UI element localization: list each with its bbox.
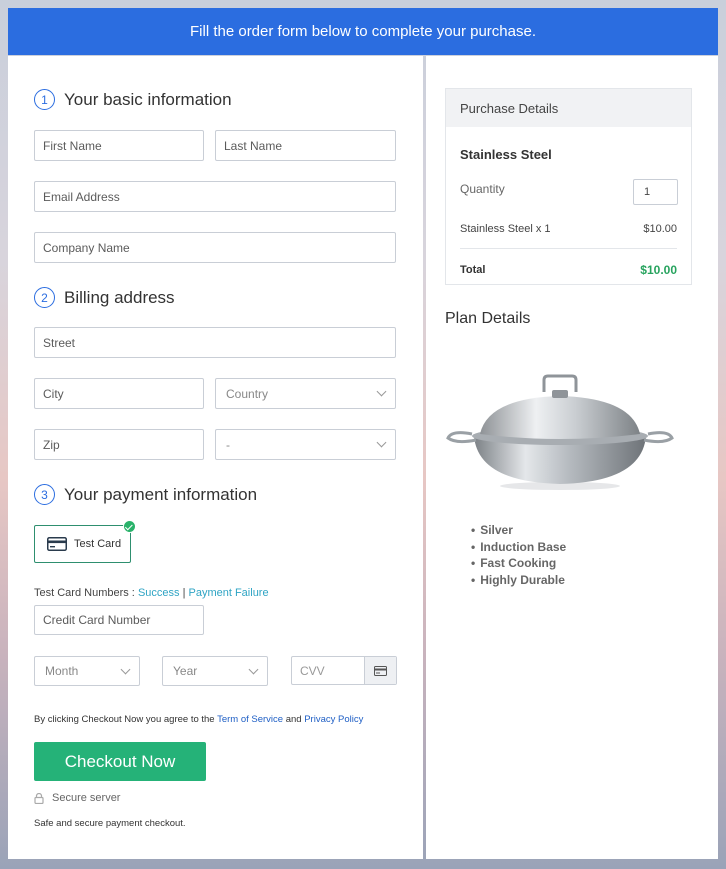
checkout-now-button[interactable]: Checkout Now [34, 742, 206, 781]
test-card-label: Test Card [74, 538, 122, 550]
test-card-numbers: Test Card Numbers : Success | Payment Fa… [34, 587, 269, 599]
line-item-label: Stainless Steel x 1 [460, 223, 551, 235]
month-select-value: Month [45, 664, 79, 678]
step-number-3: 3 [34, 484, 55, 505]
cvv-field-group [291, 656, 397, 685]
lock-icon [34, 792, 44, 804]
section-title-basic: Your basic information [64, 89, 232, 109]
city-field[interactable] [34, 378, 204, 409]
chevron-down-icon [248, 664, 259, 674]
feature-item: Highly Durable [471, 572, 566, 589]
feature-list: Silver Induction Base Fast Cooking Highl… [471, 522, 566, 588]
plan-details-title: Plan Details [445, 310, 531, 327]
summary-panel: Purchase Details Stainless Steel Quantit… [426, 56, 718, 859]
payment-failure-link[interactable]: Payment Failure [189, 587, 269, 599]
wok-product-image [446, 374, 674, 490]
state-select[interactable]: - [215, 429, 396, 460]
product-name: Stainless Steel [460, 147, 552, 162]
section-title-billing: Billing address [64, 287, 175, 307]
success-link[interactable]: Success [138, 587, 180, 599]
quantity-input[interactable] [633, 179, 678, 205]
section-billing: 2 Billing address [34, 287, 175, 308]
section-payment: 3 Your payment information [34, 484, 257, 505]
zip-field[interactable] [34, 429, 204, 460]
chevron-down-icon [376, 437, 387, 448]
state-select-value: - [226, 437, 230, 452]
country-select-value: Country [226, 386, 269, 401]
last-name-field[interactable] [215, 130, 396, 161]
secure-note: Safe and secure payment checkout. [34, 818, 186, 829]
quantity-label: Quantity [460, 182, 505, 196]
agreement-text: By clicking Checkout Now you agree to th… [34, 714, 363, 725]
cvv-field[interactable] [292, 657, 364, 684]
total-label: Total [460, 264, 486, 276]
purchase-details-header: Purchase Details [446, 89, 691, 127]
agreement-and: and [285, 714, 302, 725]
chevron-down-icon [376, 386, 387, 397]
step-number-2: 2 [34, 287, 55, 308]
cvv-card-icon [374, 665, 387, 676]
credit-card-icon [47, 537, 67, 551]
month-select[interactable]: Month [34, 656, 140, 686]
step-number-1: 1 [34, 89, 55, 110]
check-badge-icon [123, 520, 136, 533]
chevron-down-icon [120, 664, 131, 674]
secure-server-line: Secure server [34, 792, 120, 804]
feature-item: Induction Base [471, 539, 566, 556]
year-select-value: Year [173, 664, 198, 678]
company-field[interactable] [34, 232, 396, 263]
secure-server-text: Secure server [52, 792, 121, 804]
email-field[interactable] [34, 181, 396, 212]
section-basic-info: 1 Your basic information [34, 89, 232, 110]
purchase-details-box: Purchase Details Stainless Steel Quantit… [445, 88, 692, 285]
test-card-option[interactable]: Test Card [34, 520, 136, 563]
order-form-panel: 1 Your basic information 2 Billing addre… [8, 56, 423, 859]
section-title-payment: Your payment information [64, 484, 258, 504]
country-select[interactable]: Country [215, 378, 396, 409]
feature-item: Silver [471, 522, 566, 539]
top-banner: Fill the order form below to complete yo… [8, 8, 718, 55]
privacy-policy-link[interactable]: Privacy Policy [304, 714, 363, 725]
banner-text: Fill the order form below to complete yo… [190, 23, 536, 40]
terms-of-service-link[interactable]: Term of Service [217, 714, 283, 725]
street-field[interactable] [34, 327, 396, 358]
first-name-field[interactable] [34, 130, 204, 161]
cvv-icon-box [364, 657, 396, 684]
link-separator: | [182, 587, 186, 599]
test-numbers-prefix: Test Card Numbers : [34, 587, 135, 599]
credit-card-number-field[interactable] [34, 605, 204, 635]
total-value: $10.00 [640, 263, 677, 277]
agreement-prefix: By clicking Checkout Now you agree to th… [34, 714, 215, 725]
feature-item: Fast Cooking [471, 555, 566, 572]
summary-divider [460, 248, 677, 249]
year-select[interactable]: Year [162, 656, 268, 686]
line-item-price: $10.00 [643, 223, 677, 235]
